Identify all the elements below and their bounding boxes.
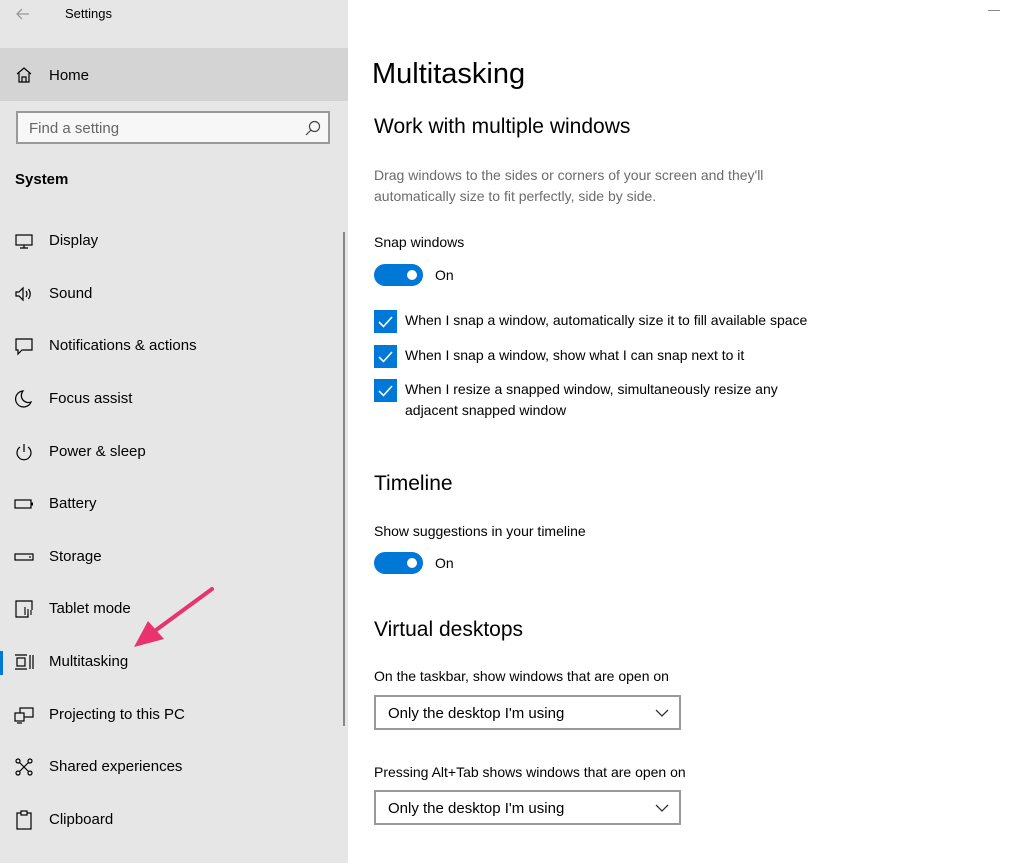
back-arrow-icon xyxy=(16,8,29,20)
checkmark-icon xyxy=(378,385,393,397)
minimize-button[interactable] xyxy=(988,10,1000,11)
shared-icon xyxy=(13,756,35,778)
chevron-down-icon xyxy=(655,709,669,717)
sidebar-item-label: Clipboard xyxy=(49,811,114,828)
sidebar-item-focus-assist[interactable]: Focus assist xyxy=(0,374,340,426)
speaker-icon xyxy=(13,283,35,305)
snap-fill-label: When I snap a window, automatically size… xyxy=(405,312,808,328)
sidebar-item-label: Storage xyxy=(49,548,102,565)
sidebar-item-battery[interactable]: Battery xyxy=(0,479,340,531)
snap-windows-label: Snap windows xyxy=(374,234,465,250)
sidebar-item-notifications[interactable]: Notifications & actions xyxy=(0,321,340,373)
app-title: Settings xyxy=(65,6,112,21)
checkmark-icon xyxy=(378,316,393,328)
snap-resize-checkbox[interactable] xyxy=(374,379,397,402)
moon-icon xyxy=(13,388,35,410)
selection-indicator xyxy=(0,651,3,675)
sidebar-item-home[interactable]: Home xyxy=(0,48,348,101)
sidebar-item-label: Sound xyxy=(49,285,93,302)
alttab-windows-dropdown[interactable]: Only the desktop I'm using xyxy=(374,790,681,825)
sidebar-item-label: Display xyxy=(49,232,99,249)
search-icon[interactable] xyxy=(304,119,322,137)
snap-resize-label: When I resize a snapped window, simultan… xyxy=(405,381,778,418)
sidebar-item-label: Projecting to this PC xyxy=(49,706,185,723)
sidebar-item-storage[interactable]: Storage xyxy=(0,532,340,584)
sidebar-section-system: System xyxy=(15,171,69,188)
sidebar-item-shared-experiences[interactable]: Shared experiences xyxy=(0,742,340,794)
alttab-windows-value: Only the desktop I'm using xyxy=(388,800,565,817)
sidebar-item-label: Power & sleep xyxy=(49,443,146,460)
clipboard-icon xyxy=(13,809,35,831)
section-heading-timeline: Timeline xyxy=(374,472,453,495)
sidebar-item-label: Focus assist xyxy=(49,390,133,407)
windows-description: Drag windows to the sides or corners of … xyxy=(374,167,764,204)
battery-icon xyxy=(13,493,35,515)
multitasking-icon xyxy=(13,651,35,673)
sidebar-item-sound[interactable]: Sound xyxy=(0,269,340,321)
taskbar-windows-value: Only the desktop I'm using xyxy=(388,705,565,722)
home-label: Home xyxy=(49,67,90,84)
chevron-down-icon xyxy=(655,804,669,812)
search-input[interactable]: Find a setting xyxy=(16,111,330,144)
timeline-suggestions-state: On xyxy=(435,555,454,571)
back-button[interactable] xyxy=(10,3,36,25)
sidebar-item-projecting[interactable]: Projecting to this PC xyxy=(0,690,340,742)
title-bar: Settings xyxy=(0,0,348,30)
timeline-suggestions-toggle[interactable] xyxy=(374,552,423,574)
snap-assist-label: When I snap a window, show what I can sn… xyxy=(405,347,745,363)
alttab-windows-label: Pressing Alt+Tab shows windows that are … xyxy=(374,764,686,780)
sidebar-item-display[interactable]: Display xyxy=(0,216,340,268)
sidebar: Settings Home Find a setting System Disp… xyxy=(0,0,348,863)
snap-assist-checkbox[interactable] xyxy=(374,345,397,368)
storage-icon xyxy=(13,546,35,568)
timeline-suggestions-label: Show suggestions in your timeline xyxy=(374,523,586,539)
sidebar-item-label: Multitasking xyxy=(49,653,129,670)
sidebar-scrollbar[interactable] xyxy=(343,232,345,726)
sidebar-item-label: Shared experiences xyxy=(49,758,183,775)
section-heading-windows: Work with multiple windows xyxy=(374,115,631,138)
annotation-arrow-icon xyxy=(134,587,214,647)
snap-fill-checkbox[interactable] xyxy=(374,310,397,333)
power-icon xyxy=(13,441,35,463)
section-heading-virtual-desktops: Virtual desktops xyxy=(374,618,524,641)
sidebar-item-label: Notifications & actions xyxy=(49,337,197,354)
notification-icon xyxy=(13,335,35,357)
taskbar-windows-label: On the taskbar, show windows that are op… xyxy=(374,668,669,684)
monitor-icon xyxy=(13,230,35,252)
tablet-icon xyxy=(13,598,35,620)
sidebar-item-power-sleep[interactable]: Power & sleep xyxy=(0,427,340,479)
checkmark-icon xyxy=(378,351,393,363)
search-placeholder: Find a setting xyxy=(29,120,120,137)
taskbar-windows-dropdown[interactable]: Only the desktop I'm using xyxy=(374,695,681,730)
sidebar-item-clipboard[interactable]: Clipboard xyxy=(0,795,340,847)
home-icon xyxy=(14,65,34,85)
snap-windows-toggle[interactable] xyxy=(374,264,423,286)
page-title: Multitasking xyxy=(372,58,526,90)
snap-windows-state: On xyxy=(435,267,454,283)
sidebar-item-label: Battery xyxy=(49,495,97,512)
projecting-icon xyxy=(13,704,35,726)
sidebar-item-label: Tablet mode xyxy=(49,600,131,617)
